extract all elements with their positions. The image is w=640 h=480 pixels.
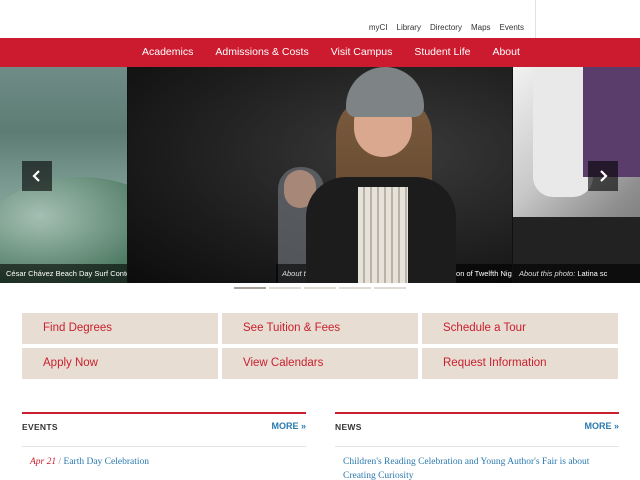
schedule-tour-button[interactable]: Schedule a Tour (422, 313, 618, 344)
events-more-link[interactable]: MORE » (271, 421, 306, 431)
caption-text: César Chávez Beach Day Surf Contest (6, 269, 127, 278)
slider-prev-button[interactable] (22, 161, 52, 191)
slide-caption: César Chávez Beach Day Surf Contest (0, 264, 127, 283)
slide-surf-contest[interactable]: César Chávez Beach Day Surf Contest (0, 67, 127, 283)
quick-links: Find Degrees See Tuition & Fees Schedule… (22, 313, 618, 379)
slider-indicator[interactable] (339, 287, 371, 289)
nav-visit-campus[interactable]: Visit Campus (331, 46, 393, 58)
apply-now-button[interactable]: Apply Now (22, 348, 218, 379)
view-calendars-button[interactable]: View Calendars (222, 348, 418, 379)
news-item[interactable]: Children's Reading Celebration and Young… (335, 447, 619, 480)
news-more-link[interactable]: MORE » (584, 421, 619, 431)
util-link-events[interactable]: Events (500, 23, 524, 32)
utility-links: myCI Library Directory Maps Events (369, 23, 524, 32)
see-tuition-fees-button[interactable]: See Tuition & Fees (222, 313, 418, 344)
slide-latina[interactable]: About this photo: Latina sc (513, 67, 640, 283)
slider-indicator[interactable] (234, 287, 266, 289)
chevron-right-icon (600, 170, 608, 182)
news-section: NEWS MORE » Children's Reading Celebrati… (335, 412, 619, 480)
events-header: EVENTS MORE » (22, 412, 306, 438)
events-section: EVENTS MORE » Apr 21 / Earth Day Celebra… (22, 412, 306, 467)
utility-divider (535, 0, 536, 38)
nav-student-life[interactable]: Student Life (414, 46, 470, 58)
student-shirt (358, 187, 408, 283)
slider-indicator[interactable] (304, 287, 336, 289)
chevron-left-icon (32, 170, 40, 182)
util-link-maps[interactable]: Maps (471, 23, 491, 32)
event-title[interactable]: Earth Day Celebration (64, 457, 149, 467)
caption-prefix: About this photo: (519, 269, 576, 278)
nav-academics[interactable]: Academics (142, 46, 193, 58)
slide-twelfth-night[interactable]: About this photo: Students rehearse for … (128, 67, 512, 283)
event-separator: / (58, 457, 62, 467)
slider-indicator[interactable] (269, 287, 301, 289)
slider-next-button[interactable] (588, 161, 618, 191)
util-link-library[interactable]: Library (397, 23, 421, 32)
request-information-button[interactable]: Request Information (422, 348, 618, 379)
main-nav: Academics Admissions & Costs Visit Campu… (0, 38, 640, 67)
slider-indicator[interactable] (374, 287, 406, 289)
news-title: NEWS (335, 422, 362, 432)
events-title: EVENTS (22, 422, 58, 432)
slider-indicators (234, 287, 406, 289)
caption-text: Latina sc (577, 269, 608, 278)
nav-about[interactable]: About (492, 46, 519, 58)
student-beanie (346, 67, 424, 117)
util-link-myci[interactable]: myCI (369, 23, 388, 32)
event-item[interactable]: Apr 21 / Earth Day Celebration (22, 447, 306, 467)
nav-admissions-costs[interactable]: Admissions & Costs (215, 46, 308, 58)
news-header: NEWS MORE » (335, 412, 619, 438)
event-date: Apr 21 (30, 457, 57, 467)
find-degrees-button[interactable]: Find Degrees (22, 313, 218, 344)
utility-bar: myCI Library Directory Maps Events (0, 0, 640, 38)
photo-slider: César Chávez Beach Day Surf Contest Abou… (0, 67, 640, 283)
slide-caption: About this photo: Latina sc (513, 264, 640, 283)
util-link-directory[interactable]: Directory (430, 23, 462, 32)
